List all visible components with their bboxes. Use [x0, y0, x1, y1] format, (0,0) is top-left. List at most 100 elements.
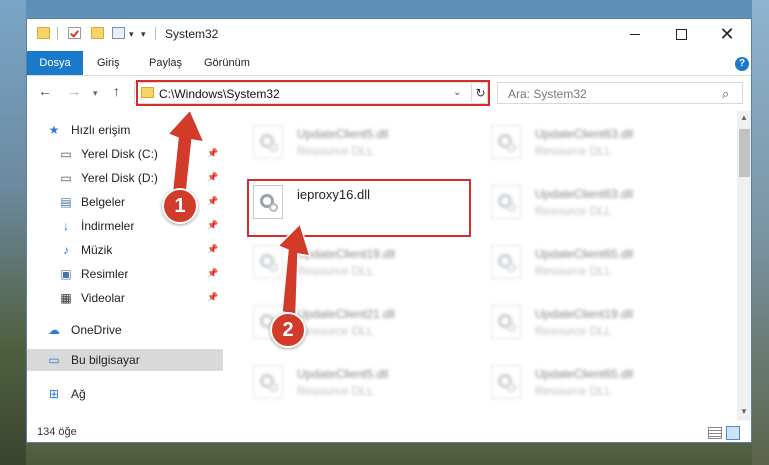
ribbon: Dosya Giriş Paylaş Görünüm ?	[27, 51, 751, 75]
sidebar-item-downloads[interactable]: ↓ İndirmeler 📌	[27, 215, 223, 237]
dll-file-icon	[491, 305, 521, 339]
sidebar-item-onedrive[interactable]: ☁ OneDrive	[27, 319, 223, 341]
pin-icon[interactable]: 📌	[207, 268, 218, 279]
properties-check-icon[interactable]	[68, 27, 81, 39]
file-name: UpdateClient5.dll	[297, 367, 389, 381]
search-icon[interactable]: ⌕	[722, 86, 729, 102]
pin-icon[interactable]: 📌	[207, 220, 218, 231]
file-type: Resource DLL	[535, 384, 612, 398]
desktop-background	[0, 0, 26, 465]
forward-arrow-icon[interactable]: →	[67, 83, 81, 99]
file-type: Resource DLL	[297, 144, 374, 158]
pictures-icon: ▣	[60, 267, 72, 281]
divider	[155, 27, 156, 40]
file-item[interactable]: UpdateClient65.dll Resource DLL	[485, 241, 705, 289]
file-item[interactable]: UpdateClient65.dll Resource DLL	[485, 361, 705, 409]
divider	[27, 75, 751, 76]
details-view-icon[interactable]	[708, 427, 722, 439]
sidebar-item-label: Hızlı erişim	[71, 123, 131, 137]
download-icon: ↓	[63, 219, 69, 233]
annotation-highlight-address	[136, 80, 490, 106]
scroll-up-icon[interactable]: ▲	[740, 113, 748, 122]
annotation-highlight-file	[247, 179, 471, 237]
tab-view[interactable]: Görünüm	[192, 51, 262, 75]
navigation-bar: ← → ▾ ↑ C:\Windows\System32 ⌄ ↻ Ara: Sys…	[27, 79, 751, 109]
scroll-down-icon[interactable]: ▼	[740, 407, 748, 416]
file-item[interactable]: UpdateClient19.dll Resource DLL	[247, 241, 467, 289]
computer-icon: ▭	[48, 353, 60, 367]
customize-toolbar-icon[interactable]: ▾	[141, 29, 146, 40]
folder-icon[interactable]	[37, 27, 50, 39]
file-name: UpdateClient65.dll	[535, 247, 634, 261]
file-item[interactable]: UpdateClient63.dll Resource DLL	[485, 181, 705, 229]
dll-file-icon	[253, 365, 283, 399]
file-item[interactable]: UpdateClient5.dll Resource DLL	[247, 121, 467, 169]
pin-icon[interactable]: 📌	[207, 196, 218, 207]
tab-file[interactable]: Dosya	[27, 51, 83, 75]
sidebar-item-videos[interactable]: ▦ Videolar 📌	[27, 287, 223, 309]
sidebar-item-label: Belgeler	[81, 195, 126, 209]
pin-icon[interactable]: 📌	[207, 172, 218, 183]
file-type: Resource DLL	[535, 144, 612, 158]
recent-locations-icon[interactable]: ▾	[93, 88, 98, 99]
pin-icon[interactable]: 📌	[207, 148, 218, 159]
file-type: Resource DLL	[535, 264, 612, 278]
dll-file-icon	[491, 245, 521, 279]
vertical-scrollbar[interactable]: ▲ ▼	[737, 111, 751, 421]
new-folder-icon[interactable]	[91, 27, 104, 39]
item-count: 134 öğe	[37, 426, 77, 438]
search-input[interactable]: Ara: System32 ⌕	[497, 82, 743, 104]
title-bar: ▾ ▾ System32 ✕	[27, 19, 751, 49]
dll-file-icon	[491, 125, 521, 159]
pin-icon[interactable]: 📌	[207, 244, 218, 255]
back-arrow-icon[interactable]: ←	[38, 83, 52, 99]
file-explorer-window: ▾ ▾ System32 ✕ Dosya Giriş Paylaş Görünü…	[26, 18, 752, 443]
file-item[interactable]: UpdateClient19.dll Resource DLL	[485, 301, 705, 349]
sidebar-item-label: İndirmeler	[81, 219, 135, 233]
help-icon[interactable]: ?	[735, 57, 749, 71]
desktop-background	[752, 0, 769, 465]
file-type: Resource DLL	[297, 324, 374, 338]
large-icons-view-icon[interactable]	[726, 426, 740, 440]
divider	[57, 27, 58, 40]
step-badge-2: 2	[270, 312, 306, 348]
file-item[interactable]: UpdateClient63.dll Resource DLL	[485, 121, 705, 169]
up-arrow-icon[interactable]: ↑	[113, 83, 120, 99]
sidebar-item-label: Ağ	[71, 387, 86, 401]
drive-icon: ▭	[60, 147, 72, 161]
documents-icon: ▤	[60, 195, 72, 209]
sidebar-item-quick-access[interactable]: ★ Hızlı erişim	[27, 119, 223, 141]
scroll-thumb[interactable]	[739, 129, 750, 177]
sidebar-item-label: Videolar	[81, 291, 125, 305]
cloud-icon: ☁	[48, 323, 60, 337]
dll-file-icon	[491, 185, 521, 219]
sidebar-item-label: OneDrive	[71, 323, 122, 337]
file-name: UpdateClient63.dll	[535, 127, 634, 141]
sidebar-item-label: Resimler	[81, 267, 129, 281]
sidebar-item-music[interactable]: ♪ Müzik 📌	[27, 239, 223, 261]
tab-home[interactable]: Giriş	[85, 51, 132, 75]
sidebar-item-label: Yerel Disk (C:)	[81, 147, 158, 161]
navigation-pane: ★ Hızlı erişim ▭ Yerel Disk (C:) 📌 ▭ Yer…	[27, 115, 223, 421]
dropdown-icon[interactable]: ▾	[129, 29, 134, 40]
close-button[interactable]: ✕	[704, 19, 750, 49]
video-icon: ▦	[60, 291, 72, 305]
sidebar-item-disk-d[interactable]: ▭ Yerel Disk (D:) 📌	[27, 167, 223, 189]
sidebar-item-pictures[interactable]: ▣ Resimler 📌	[27, 263, 223, 285]
sidebar-item-this-pc[interactable]: ▭ Bu bilgisayar	[27, 349, 223, 371]
window-title: System32	[165, 27, 219, 41]
sidebar-item-network[interactable]: ⊞ Ağ	[27, 383, 223, 405]
pin-icon[interactable]: 📌	[207, 292, 218, 303]
sidebar-item-disk-c[interactable]: ▭ Yerel Disk (C:) 📌	[27, 143, 223, 165]
sidebar-item-label: Bu bilgisayar	[71, 353, 140, 367]
file-type: Resource DLL	[535, 204, 612, 218]
maximize-button[interactable]	[658, 19, 704, 49]
file-item[interactable]: UpdateClient5.dll Resource DLL	[247, 361, 467, 409]
file-type: Resource DLL	[297, 264, 374, 278]
view-options-icon[interactable]	[112, 27, 125, 39]
minimize-button[interactable]	[612, 19, 658, 49]
dll-file-icon	[253, 125, 283, 159]
search-placeholder: Ara: System32	[508, 87, 587, 101]
file-name: UpdateClient65.dll	[535, 367, 634, 381]
tab-share[interactable]: Paylaş	[137, 51, 194, 75]
